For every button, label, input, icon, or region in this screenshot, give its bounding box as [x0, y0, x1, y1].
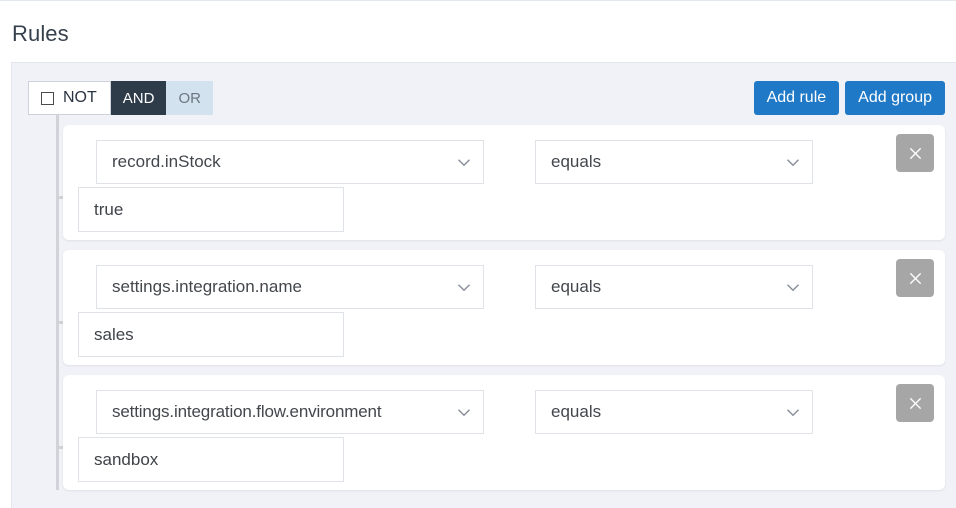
rule-value-input[interactable]	[78, 437, 344, 482]
delete-rule-button[interactable]	[896, 259, 934, 297]
rule-operator-select[interactable]: equals	[535, 265, 813, 309]
chevron-down-icon	[457, 284, 471, 292]
chevron-down-icon	[786, 409, 800, 417]
close-icon	[909, 147, 921, 159]
rule-field-select[interactable]: record.inStock	[96, 140, 484, 184]
rule-field-value: settings.integration.flow.environment	[112, 402, 382, 421]
rule-value-input[interactable]	[78, 187, 344, 232]
query-builder-screen: Rules NOT AND OR Add rule Add group reco…	[0, 0, 956, 508]
delete-rule-button[interactable]	[896, 384, 934, 422]
not-toggle-button[interactable]: NOT	[28, 81, 111, 115]
rule-operator-value: equals	[551, 402, 602, 421]
rule-operator-value: equals	[551, 277, 602, 296]
rule-row: record.inStock equals	[63, 125, 945, 240]
chevron-down-icon	[457, 409, 471, 417]
rule-operator-select[interactable]: equals	[535, 390, 813, 434]
close-icon	[909, 397, 921, 409]
rule-value-input[interactable]	[78, 312, 344, 357]
tree-connector-rail	[56, 115, 59, 490]
rule-field-value: settings.integration.name	[112, 277, 302, 296]
query-builder-panel: NOT AND OR Add rule Add group record.inS…	[11, 62, 956, 508]
and-toggle-button[interactable]: AND	[110, 81, 167, 115]
add-group-button[interactable]: Add group	[845, 81, 945, 115]
and-toggle-label: AND	[122, 89, 155, 107]
not-toggle-label: NOT	[63, 89, 97, 106]
rule-row: settings.integration.name equals	[63, 250, 945, 365]
group-actions: Add rule Add group	[753, 81, 945, 115]
or-toggle-label: OR	[178, 89, 201, 107]
or-toggle-button[interactable]: OR	[166, 81, 213, 115]
page-title: Rules	[12, 21, 69, 46]
chevron-down-icon	[457, 159, 471, 167]
group-header: NOT AND OR Add rule Add group	[12, 63, 956, 125]
delete-rule-button[interactable]	[896, 134, 934, 172]
rule-field-select[interactable]: settings.integration.name	[96, 265, 484, 309]
top-divider	[0, 0, 956, 1]
conjunction-toggle-group: NOT AND OR	[28, 81, 213, 115]
checkbox-icon[interactable]	[41, 91, 54, 105]
rule-list: record.inStock equals settings.integrati…	[12, 115, 956, 490]
add-rule-button[interactable]: Add rule	[753, 81, 840, 115]
rule-operator-select[interactable]: equals	[535, 140, 813, 184]
close-icon	[909, 272, 921, 284]
rule-field-value: record.inStock	[112, 152, 221, 171]
rule-row: settings.integration.flow.environment eq…	[63, 375, 945, 490]
chevron-down-icon	[786, 284, 800, 292]
rule-field-select[interactable]: settings.integration.flow.environment	[96, 390, 484, 434]
chevron-down-icon	[786, 159, 800, 167]
rule-operator-value: equals	[551, 152, 602, 171]
